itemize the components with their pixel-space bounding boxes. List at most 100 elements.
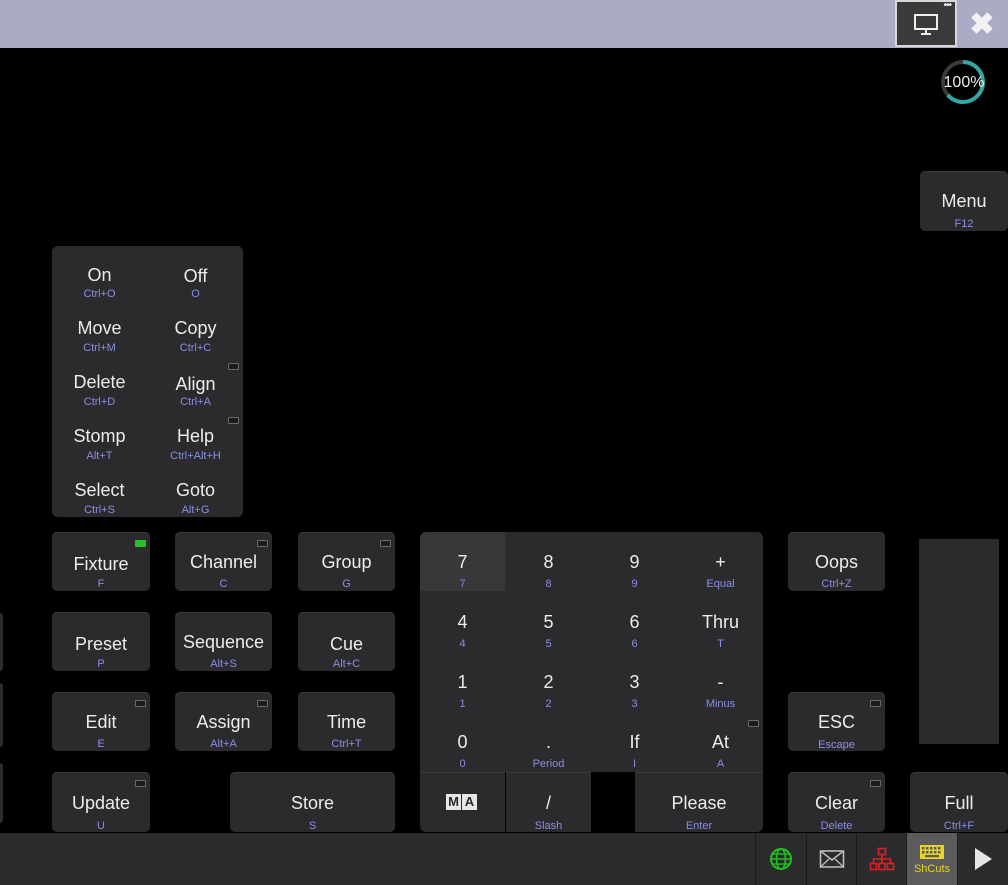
numpad-key-label: - — [717, 672, 724, 692]
numpad-key-5[interactable]: 5 5 — [506, 593, 591, 652]
align-button[interactable]: Align Ctrl+A — [148, 356, 243, 408]
slash-button[interactable]: / Slash — [506, 772, 591, 832]
left-edge-key[interactable] — [0, 683, 3, 747]
full-button[interactable]: Full Ctrl+F — [910, 772, 1008, 832]
time-button[interactable]: Time Ctrl+T — [298, 692, 395, 751]
on-button[interactable]: On Ctrl+O — [52, 246, 147, 300]
numpad-key-if[interactable]: If I — [592, 714, 677, 772]
store-shortcut: S — [308, 820, 317, 832]
store-button[interactable]: Store S — [230, 772, 395, 832]
numpad-key-label: 7 — [457, 552, 468, 572]
clear-button[interactable]: Clear Delete — [788, 772, 885, 832]
close-button[interactable]: ✖ — [962, 4, 1002, 44]
globe-icon — [770, 848, 792, 870]
help-button[interactable]: Help Ctrl+Alt+H — [148, 410, 243, 462]
numpad-key-1[interactable]: 1 1 — [420, 654, 505, 712]
please-button[interactable]: Please Enter — [635, 772, 763, 832]
fixture-shortcut: F — [97, 578, 105, 590]
delete-label: Delete — [73, 372, 126, 392]
numpad-key-thru[interactable]: Thru T — [678, 593, 763, 652]
update-button[interactable]: Update U — [52, 772, 150, 832]
select-shortcut: Ctrl+S — [84, 504, 115, 516]
assign-shortcut: Alt+A — [210, 738, 237, 750]
copy-button[interactable]: Copy Ctrl+C — [148, 302, 243, 354]
numpad-key-plus[interactable]: + Equal — [678, 532, 763, 591]
assign-button[interactable]: Assign Alt+A — [175, 692, 272, 751]
left-edge-key[interactable] — [0, 613, 3, 671]
numpad-key-minus[interactable]: - Minus — [678, 654, 763, 712]
fader-panel[interactable] — [919, 539, 999, 744]
delete-button[interactable]: Delete Ctrl+D — [52, 356, 147, 408]
title-bar — [0, 0, 1008, 48]
numpad-key-period[interactable]: . Period — [506, 714, 591, 772]
fixture-button[interactable]: Fixture F — [52, 532, 150, 591]
esc-button[interactable]: ESC Escape — [788, 692, 885, 751]
on-shortcut: Ctrl+O — [83, 288, 116, 300]
numpad-key-2[interactable]: 2 2 — [506, 654, 591, 712]
preset-button[interactable]: Preset P — [52, 612, 150, 671]
select-label: Select — [74, 480, 125, 500]
update-label: Update — [71, 793, 131, 813]
numpad-key-9[interactable]: 9 9 — [592, 532, 677, 591]
channel-led — [257, 540, 268, 547]
oops-label: Oops — [814, 552, 859, 572]
ma-logo: M A — [446, 794, 477, 810]
messages-button[interactable] — [806, 833, 856, 885]
numpad-key-3[interactable]: 3 3 — [592, 654, 677, 712]
numpad-key-shortcut: Minus — [705, 698, 736, 710]
goto-shortcut: Alt+G — [181, 504, 210, 516]
play-button[interactable] — [957, 833, 1008, 885]
command-keys-group: On Ctrl+O Off O Move Ctrl+M Copy Ctrl+C … — [52, 246, 243, 517]
numpad-key-4[interactable]: 4 4 — [420, 593, 505, 652]
network-globe-button[interactable] — [755, 833, 806, 885]
select-button[interactable]: Select Ctrl+S — [52, 464, 147, 517]
numpad-key-label: 6 — [629, 612, 640, 632]
numpad-key-shortcut: 8 — [545, 578, 552, 590]
oops-button[interactable]: Oops Ctrl+Z — [788, 532, 885, 591]
group-button[interactable]: Group G — [298, 532, 395, 591]
display-selector-button[interactable]: ••• — [895, 0, 957, 47]
numpad-key-label: 3 — [629, 672, 640, 692]
shortcuts-button[interactable]: ShCuts — [906, 833, 957, 885]
numpad-key-0[interactable]: 0 0 — [420, 714, 505, 772]
esc-shortcut: Escape — [818, 739, 855, 751]
numpad-key-8[interactable]: 8 8 — [506, 532, 591, 591]
full-label: Full — [944, 793, 974, 813]
network-topology-button[interactable] — [856, 833, 906, 885]
numpad-key-shortcut: 1 — [459, 698, 466, 710]
help-led — [228, 417, 239, 424]
off-button[interactable]: Off O — [148, 246, 243, 300]
full-shortcut: Ctrl+F — [943, 820, 975, 832]
shortcuts-label: ShCuts — [913, 862, 951, 875]
stomp-shortcut: Alt+T — [86, 450, 113, 462]
stomp-button[interactable]: Stomp Alt+T — [52, 410, 147, 462]
move-button[interactable]: Move Ctrl+M — [52, 302, 147, 354]
numpad-key-label: 4 — [457, 612, 468, 632]
edit-button[interactable]: Edit E — [52, 692, 150, 751]
goto-button[interactable]: Goto Alt+G — [148, 464, 243, 517]
sequence-button[interactable]: Sequence Alt+S — [175, 612, 272, 671]
cue-button[interactable]: Cue Alt+C — [298, 612, 395, 671]
numpad-key-7[interactable]: 7 7 — [420, 532, 505, 591]
menu-button[interactable]: Menu F12 — [920, 171, 1008, 231]
store-label: Store — [290, 793, 335, 813]
numpad-key-label: At — [711, 732, 729, 752]
numpad-key-label: + — [715, 552, 726, 572]
numpad-key-shortcut: A — [716, 758, 725, 770]
play-icon — [975, 848, 992, 870]
fixture-label: Fixture — [73, 554, 129, 574]
zoom-level[interactable]: 100% — [939, 74, 989, 92]
numpad-key-label: . — [545, 732, 551, 752]
left-edge-key[interactable] — [0, 763, 3, 823]
numpad-key-shortcut: 5 — [545, 638, 552, 650]
close-icon: ✖ — [969, 7, 995, 41]
channel-button[interactable]: Channel C — [175, 532, 272, 591]
delete-shortcut: Ctrl+D — [83, 396, 116, 408]
numpad-key-at[interactable]: At A — [678, 714, 763, 772]
numpad-key-6[interactable]: 6 6 — [592, 593, 677, 652]
ma-button[interactable]: M A — [420, 772, 505, 832]
copy-label: Copy — [174, 318, 217, 338]
numpad-key-shortcut: T — [717, 638, 724, 650]
numpad-key-label: Thru — [701, 612, 739, 632]
numpad-key-label: 0 — [457, 732, 468, 752]
